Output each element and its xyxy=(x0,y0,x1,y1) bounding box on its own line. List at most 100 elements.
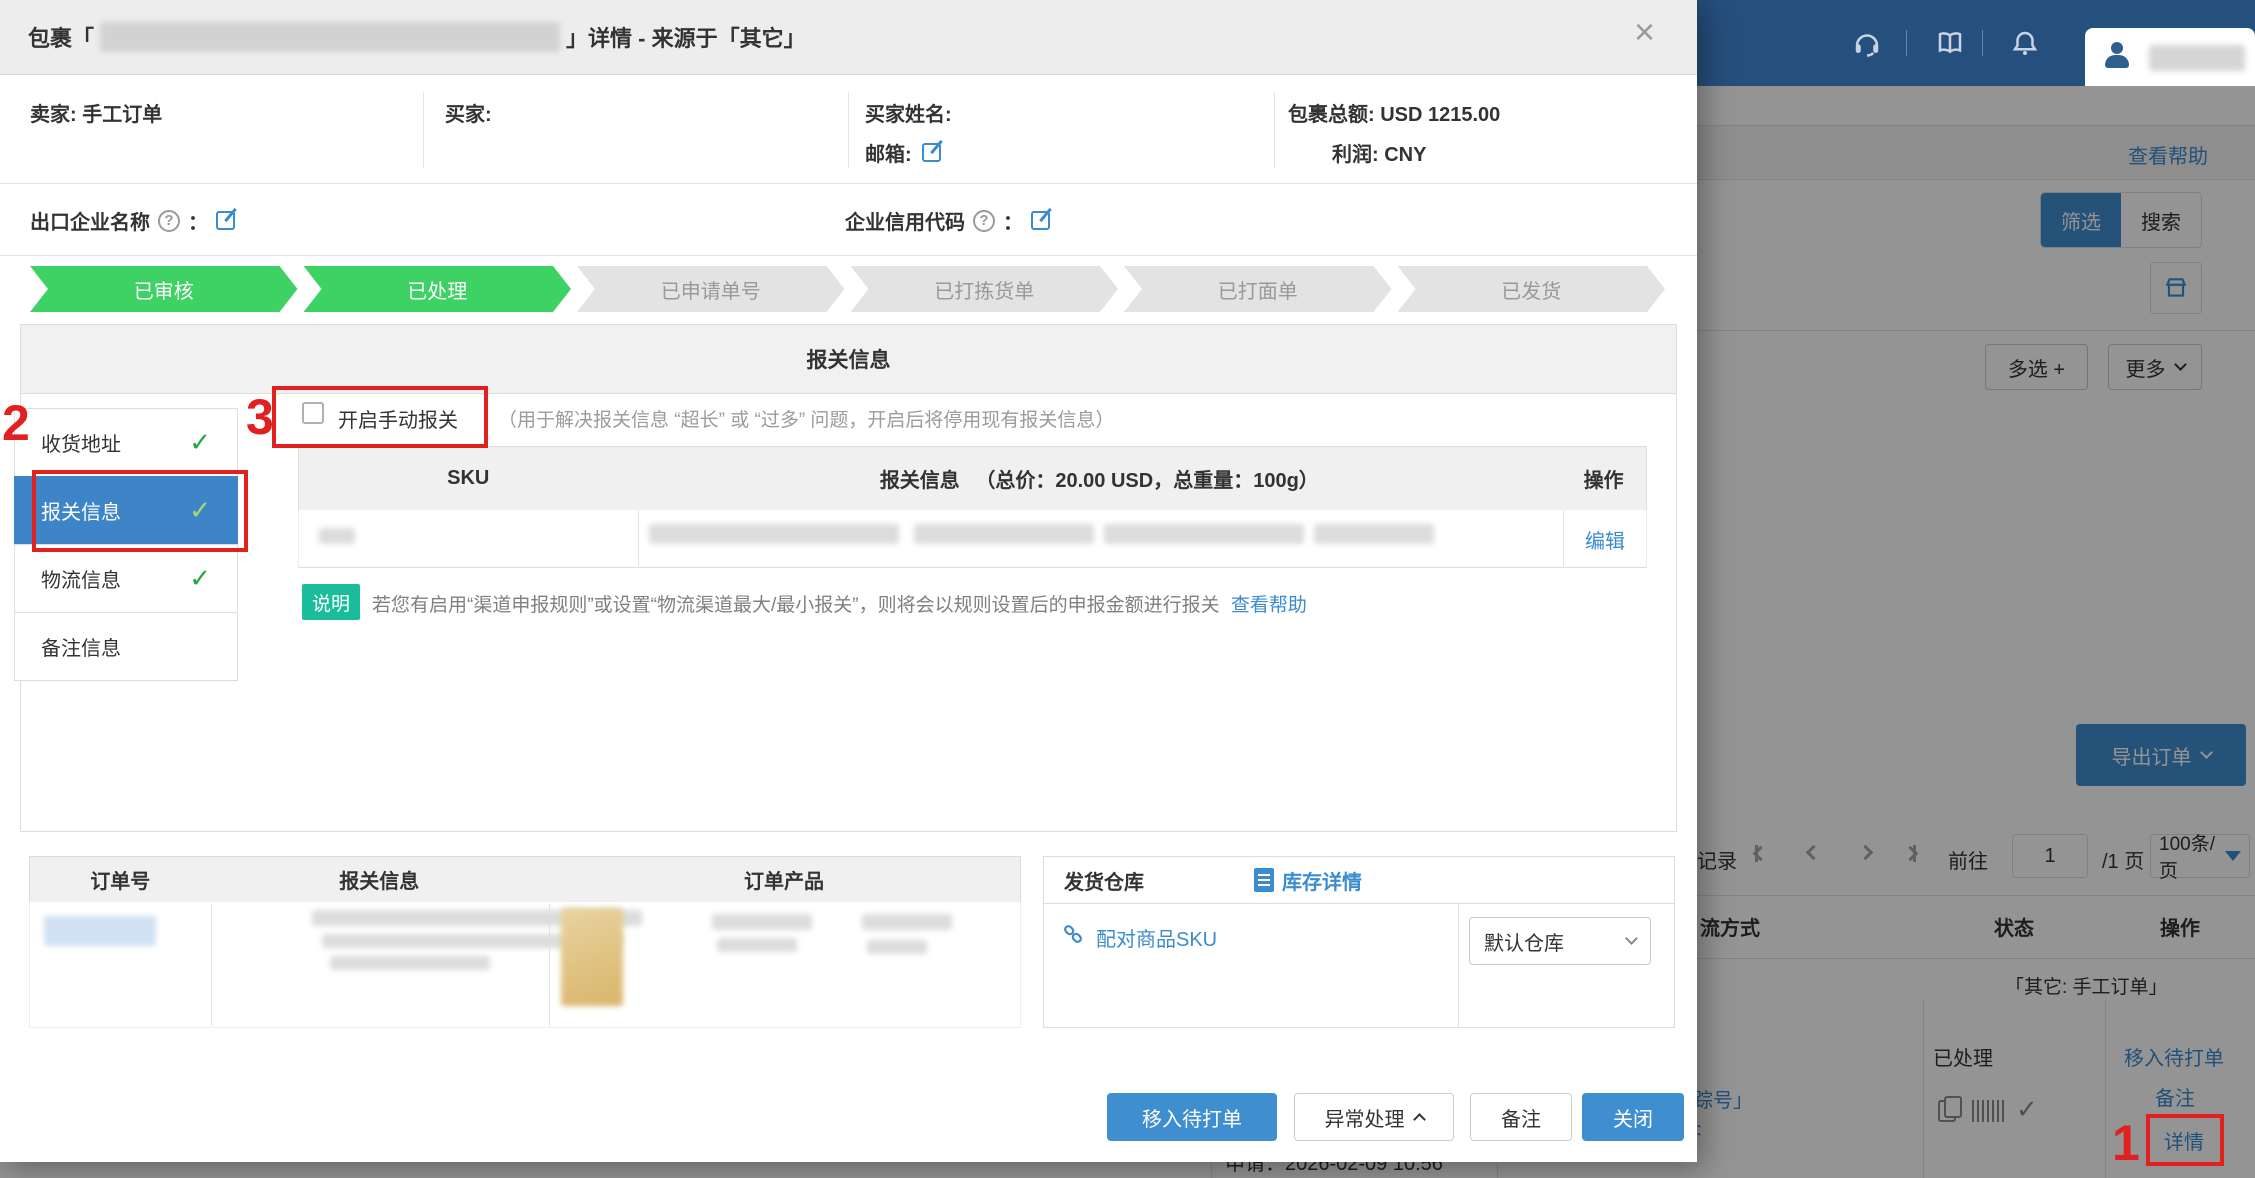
step-number-applied: 已申请单号 xyxy=(577,266,845,312)
annotation-2: 2 xyxy=(2,398,30,448)
divider xyxy=(0,183,1697,184)
annotation-1: 1 xyxy=(2112,1118,2140,1168)
order-no-column: 订单号 xyxy=(30,865,211,894)
package-id-redacted xyxy=(100,22,560,52)
product-text-redacted xyxy=(862,914,952,930)
step-audited: 已审核 xyxy=(30,266,298,312)
warehouse-select[interactable]: 默认仓库 xyxy=(1469,917,1651,965)
cell-divider xyxy=(1563,510,1564,568)
exception-label: 异常处理 xyxy=(1325,1103,1405,1132)
profit-field: 利润: CNY xyxy=(1332,138,1426,167)
check-icon: ✓ xyxy=(189,563,211,594)
info-divider xyxy=(848,92,849,168)
nav-divider xyxy=(1982,30,1983,56)
step-shipped: 已发货 xyxy=(1398,266,1666,312)
check-icon: ✓ xyxy=(189,427,211,458)
sku-redacted xyxy=(319,528,355,544)
edit-credit-code-icon[interactable] xyxy=(1031,211,1050,230)
sidebar-item-remarks[interactable]: 备注信息 xyxy=(14,612,238,681)
info-divider xyxy=(423,92,424,168)
warehouse-select-value: 默认仓库 xyxy=(1484,927,1564,956)
stock-detail-link[interactable]: 库存详情 xyxy=(1282,866,1362,895)
order-number-redacted xyxy=(44,916,156,946)
sku-table-header: SKU 报关信息 （总价：20.00 USD，总重量：100g） 操作 xyxy=(298,446,1647,511)
manual-declare-hint: （用于解决报关信息 “超长” 或 “过多” 问题，开启后将停用现有报关信息） xyxy=(498,405,1114,432)
warehouse-header: 发货仓库 库存详情 xyxy=(1044,857,1674,904)
chevron-down-icon xyxy=(1625,932,1638,945)
email-field: 邮箱: xyxy=(865,138,941,167)
note-button[interactable]: 备注 xyxy=(1470,1093,1572,1141)
sidebar-item-address[interactable]: 收货地址 ✓ xyxy=(14,408,238,477)
note-help-link[interactable]: 查看帮助 xyxy=(1231,595,1307,616)
sidebar-label: 收货地址 xyxy=(41,428,121,457)
annotation-box-detail xyxy=(2146,1114,2224,1166)
credit-code-field: 企业信用代码 ? ： xyxy=(845,206,1050,235)
document-icon xyxy=(1254,868,1274,892)
declare-info-redacted xyxy=(1104,524,1304,544)
panel-divider xyxy=(1458,904,1459,1027)
status-steps: 已审核 已处理 已申请单号 已打拣货单 已打面单 已发货 xyxy=(30,266,1665,312)
close-button[interactable]: 关闭 xyxy=(1582,1093,1684,1141)
nav-divider xyxy=(1906,30,1907,56)
declare-info-redacted xyxy=(1314,524,1434,544)
username-redacted xyxy=(2149,45,2245,71)
export-company-field: 出口企业名称 ? ： xyxy=(30,206,235,235)
note-text: 若您有启用“渠道申报规则”或设置“物流渠道最大/最小报关”，则将会以规则设置后的… xyxy=(372,595,1220,616)
package-total-field: 包裹总额: USD 1215.00 xyxy=(1288,98,1500,127)
edit-declare-link[interactable]: 编辑 xyxy=(1585,525,1625,554)
cell-divider xyxy=(211,904,212,1026)
screen: 查看帮助 筛选 搜索 多选 + 更多 导出订单 记录 前往 / xyxy=(0,0,2255,1178)
exception-button[interactable]: 异常处理 xyxy=(1294,1093,1454,1141)
profit-label: 利润: xyxy=(1332,144,1384,166)
sku-table-row: 编辑 xyxy=(298,510,1647,568)
divider xyxy=(0,255,1697,256)
declare-column-title: 报关信息 xyxy=(880,470,960,492)
info-divider xyxy=(1274,92,1275,168)
notifications-bell-icon[interactable] xyxy=(2010,28,2040,58)
edit-email-icon[interactable] xyxy=(922,143,941,162)
step-processed: 已处理 xyxy=(304,266,572,312)
link-chain-icon xyxy=(1060,921,1086,947)
step-label-printed: 已打面单 xyxy=(1124,266,1392,312)
order-product-column: 订单产品 xyxy=(548,865,1020,894)
export-company-label: 出口企业名称 xyxy=(30,206,150,235)
buyer-label: 买家: xyxy=(445,98,492,127)
docs-book-icon[interactable] xyxy=(1935,28,1965,58)
credit-code-label: 企业信用代码 xyxy=(845,206,965,235)
move-to-print-label: 移入待打单 xyxy=(1142,1103,1242,1132)
chevron-up-icon xyxy=(1413,1113,1426,1126)
orders-table-row xyxy=(29,902,1021,1028)
support-headset-icon[interactable] xyxy=(1852,28,1882,58)
step-picking-printed: 已打拣货单 xyxy=(851,266,1119,312)
note-badge: 说明 xyxy=(302,584,360,620)
close-label: 关闭 xyxy=(1613,1103,1653,1132)
buyer-name-label: 买家姓名: xyxy=(865,98,952,127)
seller-label: 卖家: xyxy=(30,104,82,126)
sidebar-item-logistics[interactable]: 物流信息 ✓ xyxy=(14,544,238,613)
note-label: 备注 xyxy=(1501,1103,1541,1132)
declare-column: 报关信息 （总价：20.00 USD，总重量：100g） xyxy=(638,464,1562,493)
warehouse-panel: 发货仓库 库存详情 配对商品SKU 默认仓库 xyxy=(1043,856,1675,1028)
account-tab[interactable] xyxy=(2085,28,2255,86)
seller-field: 卖家: 手工订单 xyxy=(30,98,162,127)
email-label: 邮箱: xyxy=(865,138,912,167)
sku-column: SKU xyxy=(299,467,638,490)
match-sku-link[interactable]: 配对商品SKU xyxy=(1096,923,1217,952)
modal-title-bar: 包裹「 」详情 - 来源于「其它」 xyxy=(0,0,1697,75)
declare-info-column: 报关信息 xyxy=(211,865,548,894)
annotation-3: 3 xyxy=(246,392,274,442)
profit-value: CNY xyxy=(1384,144,1426,166)
sidebar-label: 物流信息 xyxy=(41,564,121,593)
warehouse-title: 发货仓库 xyxy=(1064,866,1144,895)
seller-value: 手工订单 xyxy=(82,104,162,126)
declare-text-redacted xyxy=(330,956,490,970)
colon: ： xyxy=(188,206,208,235)
move-to-print-button[interactable]: 移入待打单 xyxy=(1107,1093,1277,1141)
edit-export-company-icon[interactable] xyxy=(216,211,235,230)
cell-divider xyxy=(638,510,639,568)
help-question-icon[interactable]: ? xyxy=(158,210,180,232)
package-detail-modal: 包裹「 」详情 - 来源于「其它」 × 卖家: 手工订单 买家: 买家姓名: 邮… xyxy=(0,0,1697,1162)
product-text-redacted xyxy=(717,938,797,952)
close-icon[interactable]: × xyxy=(1634,14,1655,50)
help-question-icon[interactable]: ? xyxy=(973,210,995,232)
